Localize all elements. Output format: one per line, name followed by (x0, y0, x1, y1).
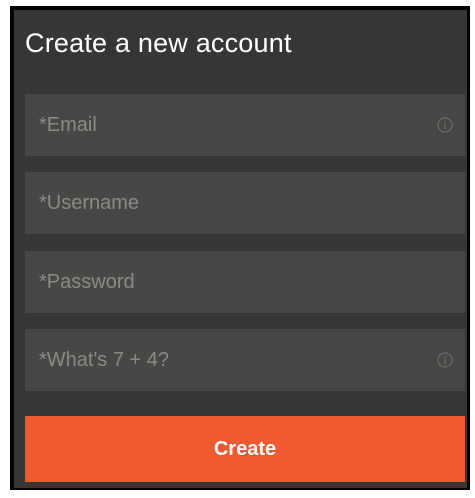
email-input[interactable] (39, 94, 437, 156)
info-icon[interactable] (437, 352, 453, 368)
username-field[interactable] (25, 172, 465, 234)
form-title: Create a new account (25, 28, 292, 58)
captcha-field[interactable] (25, 329, 465, 391)
email-field[interactable] (25, 94, 465, 156)
password-field[interactable] (25, 251, 465, 313)
password-input[interactable] (39, 251, 453, 313)
username-input[interactable] (39, 172, 453, 234)
create-button[interactable]: Create (25, 416, 465, 482)
info-icon[interactable] (437, 117, 453, 133)
signup-panel: Create a new account Create (14, 10, 467, 488)
captcha-input[interactable] (39, 329, 437, 391)
